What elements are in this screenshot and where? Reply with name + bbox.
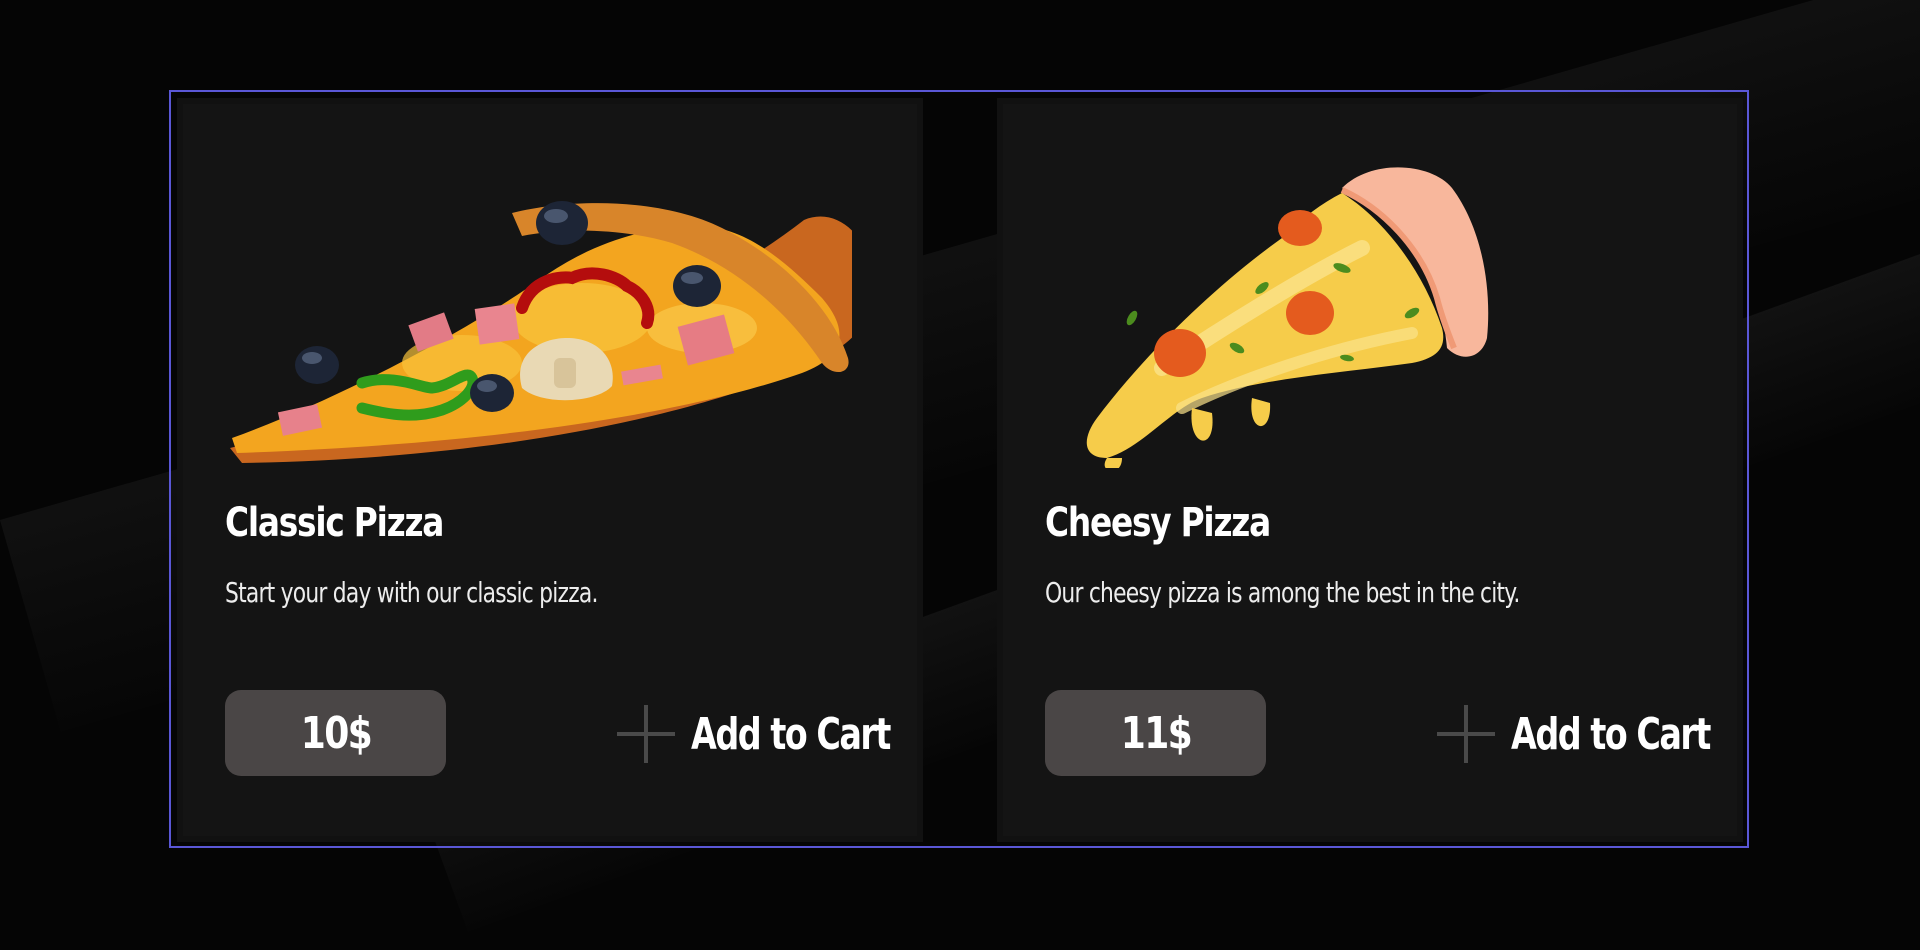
product-description: Our cheesy pizza is among the best in th… bbox=[1045, 576, 1520, 609]
product-card-classic-pizza: Classic Pizza Start your day with our cl… bbox=[177, 98, 923, 842]
product-card-cheesy-pizza: Cheesy Pizza Our cheesy pizza is among t… bbox=[997, 98, 1743, 842]
plus-icon bbox=[1437, 705, 1495, 763]
price-badge: 11$ bbox=[1045, 690, 1266, 776]
price-value: 11$ bbox=[1120, 707, 1192, 759]
product-title: Classic Pizza bbox=[225, 500, 444, 546]
add-to-cart-label: Add to Cart bbox=[691, 708, 891, 760]
product-description: Start your day with our classic pizza. bbox=[225, 576, 598, 609]
cheesy-pizza-image bbox=[1086, 167, 1489, 468]
classic-pizza-image bbox=[230, 201, 852, 463]
plus-icon bbox=[617, 705, 675, 763]
add-to-cart-button[interactable]: Add to Cart bbox=[617, 696, 953, 772]
add-to-cart-label: Add to Cart bbox=[1511, 708, 1711, 760]
price-value: 10$ bbox=[300, 707, 372, 759]
product-title: Cheesy Pizza bbox=[1045, 500, 1271, 546]
price-badge: 10$ bbox=[225, 690, 446, 776]
add-to-cart-button[interactable]: Add to Cart bbox=[1437, 696, 1773, 772]
